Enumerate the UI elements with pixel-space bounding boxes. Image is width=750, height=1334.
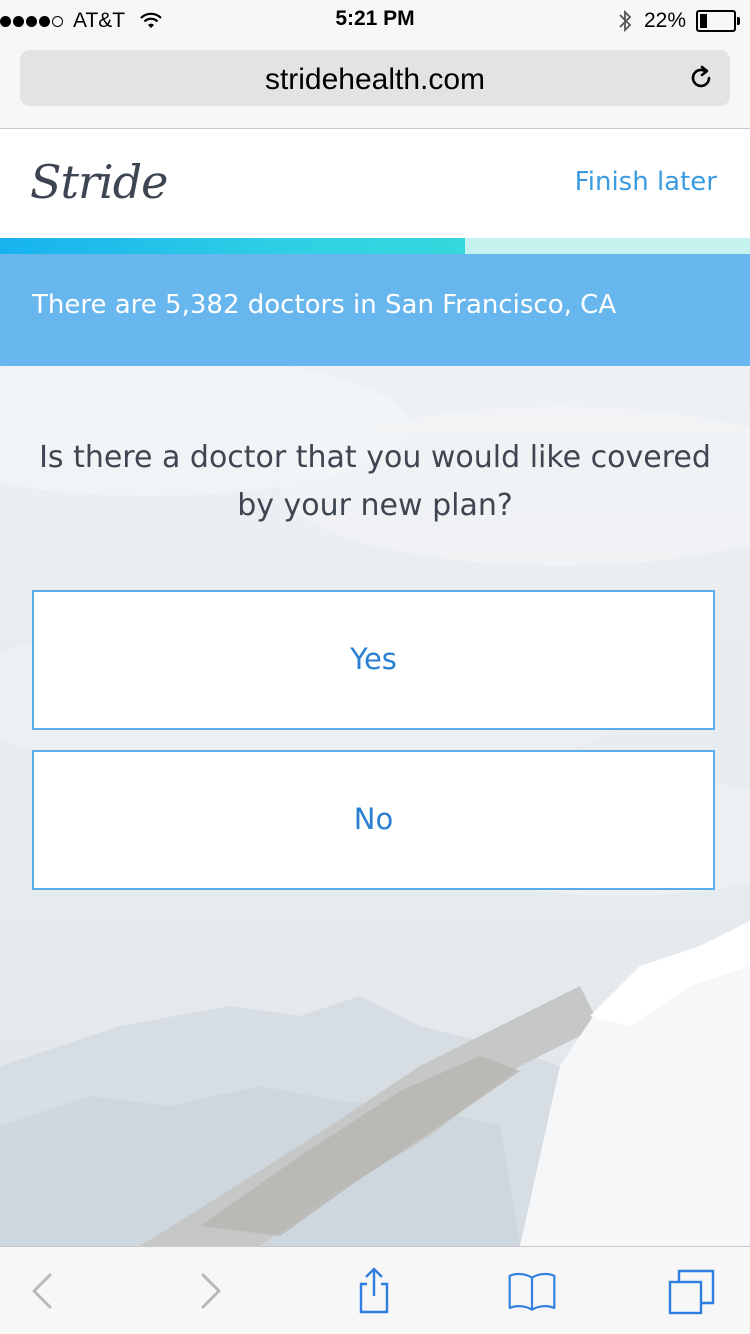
share-button[interactable] — [349, 1267, 399, 1314]
yes-button-label: Yes — [350, 642, 397, 676]
share-icon — [359, 1267, 389, 1314]
no-button-label: No — [353, 802, 394, 836]
progress-bar — [0, 238, 750, 254]
question-panel: Is there a doctor that you would like co… — [0, 366, 750, 1246]
tabs-icon — [668, 1269, 715, 1315]
battery-percent: 22% — [643, 9, 686, 32]
site-header: Stride Finish later — [0, 129, 750, 238]
status-bar: AT&T 5:21 PM 22% — [0, 0, 750, 40]
tabs-button[interactable] — [667, 1269, 717, 1315]
battery-level-fill — [700, 14, 707, 28]
battery-icon — [696, 10, 740, 32]
yes-button[interactable]: Yes — [32, 590, 715, 730]
progress-fill — [0, 238, 465, 254]
chevron-left-icon — [32, 1273, 52, 1309]
no-button[interactable]: No — [32, 750, 715, 890]
question-text: Is there a doctor that you would like co… — [39, 440, 711, 523]
bluetooth-icon — [618, 9, 632, 33]
status-right: 22% — [618, 7, 740, 35]
url-text[interactable]: stridehealth.com — [20, 63, 730, 97]
page-root: AT&T 5:21 PM 22% stridehealth.com Stride… — [0, 0, 750, 1334]
back-button[interactable] — [17, 1269, 67, 1313]
info-banner: There are 5,382 doctors in San Francisco… — [0, 254, 750, 366]
book-icon — [508, 1272, 556, 1311]
chevron-right-icon — [201, 1273, 221, 1309]
stride-logo[interactable]: Stride — [30, 155, 168, 209]
reload-icon[interactable] — [686, 63, 716, 93]
banner-text: There are 5,382 doctors in San Francisco… — [32, 290, 617, 320]
finish-later-link[interactable]: Finish later — [575, 167, 717, 197]
browser-address-area: stridehealth.com — [0, 40, 750, 129]
browser-toolbar — [0, 1246, 750, 1334]
address-bar[interactable]: stridehealth.com — [20, 50, 730, 106]
bookmarks-button[interactable] — [507, 1269, 557, 1313]
forward-button[interactable] — [186, 1269, 236, 1313]
